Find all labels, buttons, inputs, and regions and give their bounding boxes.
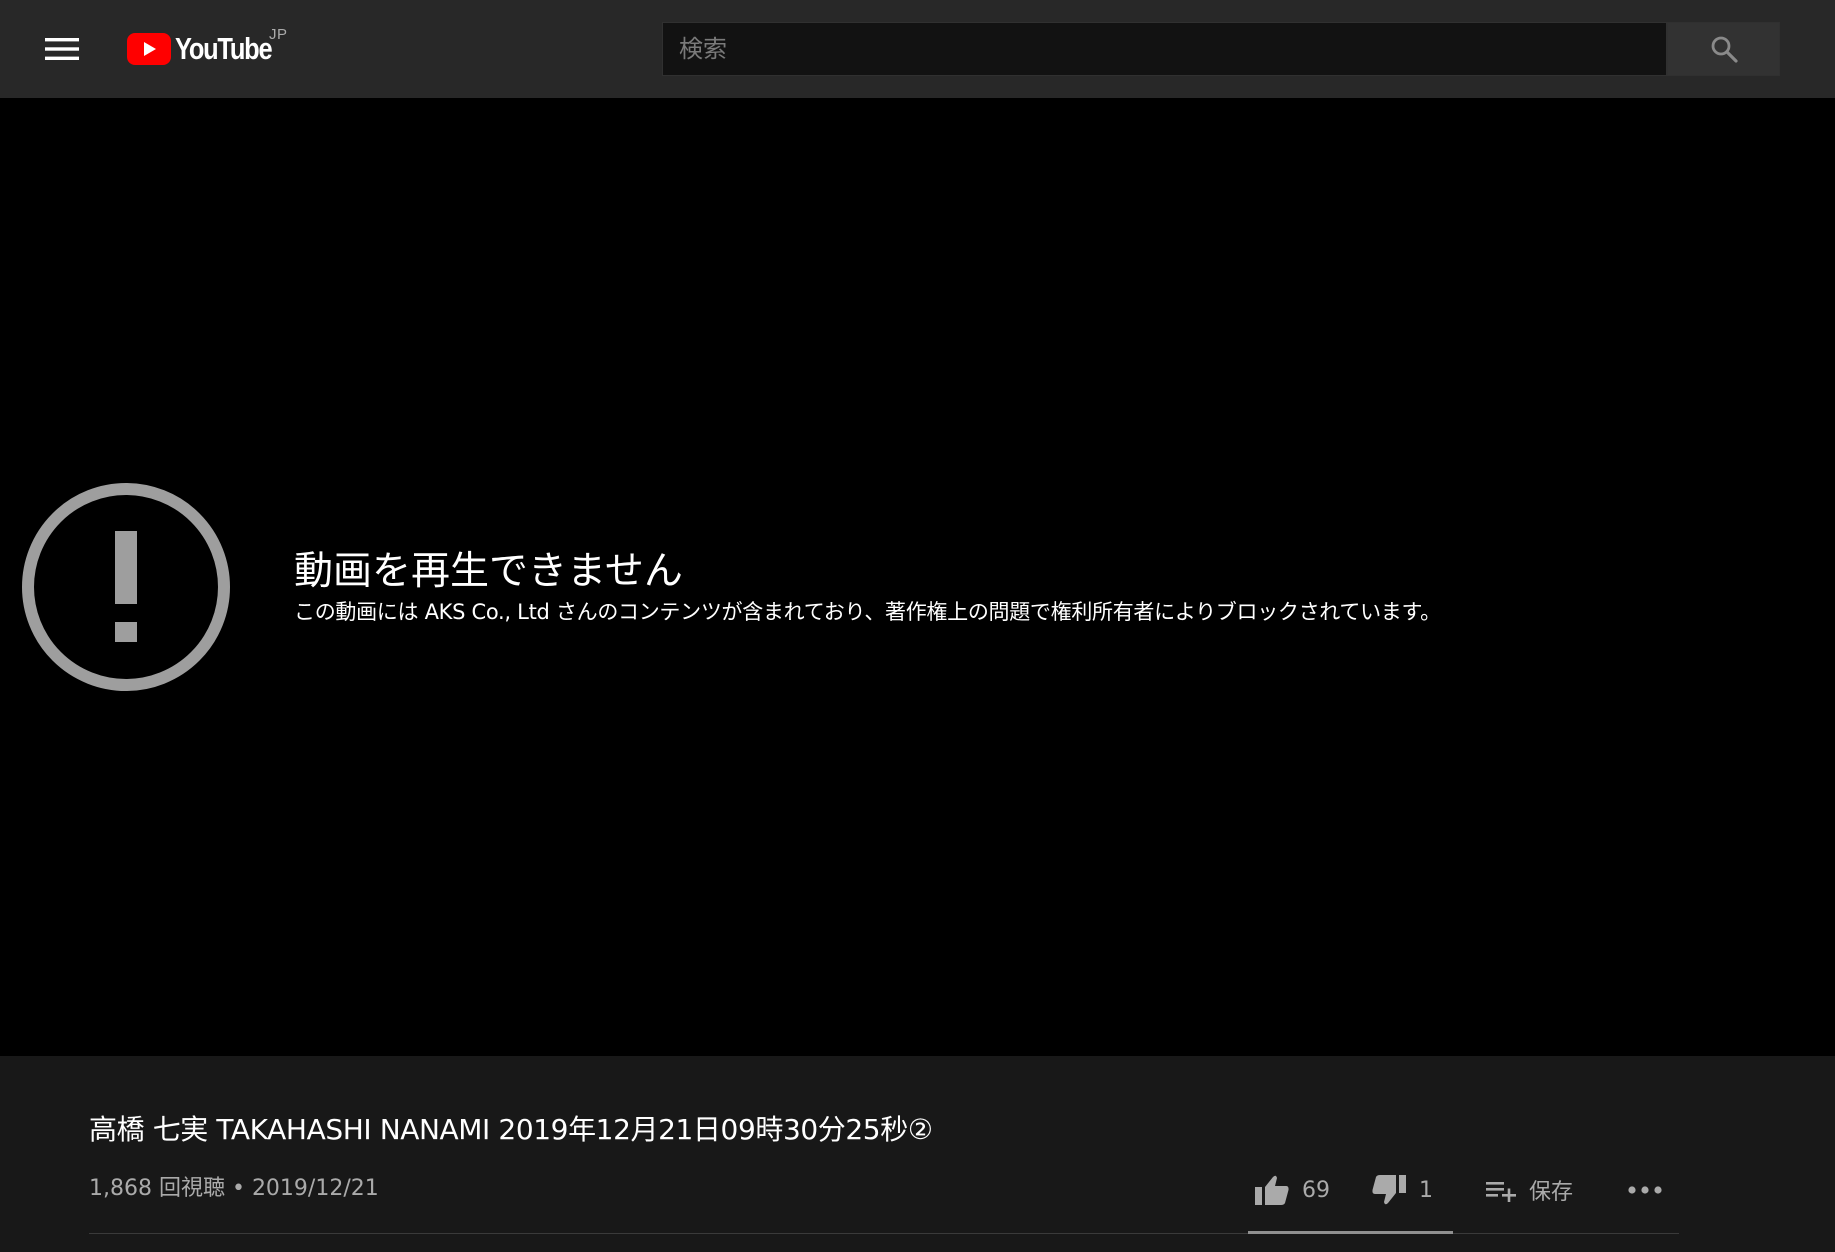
search-button[interactable] — [1667, 22, 1780, 76]
video-actions: 69 1 保存 — [1254, 1166, 1665, 1214]
video-player[interactable]: 動画を再生できません この動画には AKS Co., Ltd さんのコンテンツが… — [0, 98, 1835, 1056]
video-view-count-date: 1,868 回視聴 • 2019/12/21 — [89, 1176, 379, 1201]
hamburger-menu-icon[interactable] — [40, 30, 84, 68]
like-ratio-fill — [1248, 1231, 1451, 1234]
playlist-add-icon — [1486, 1182, 1516, 1202]
more-horizontal-icon — [1628, 1186, 1662, 1194]
like-dislike-ratio-bar — [1248, 1231, 1453, 1234]
video-title: 高橋 七実 TAKAHASHI NANAMI 2019年12月21日09時30分… — [89, 1113, 933, 1146]
youtube-logo[interactable]: YouTube JP — [127, 26, 293, 70]
search-box — [662, 22, 1667, 76]
dislike-count: 1 — [1419, 1177, 1433, 1203]
thumbs-down-icon — [1372, 1175, 1406, 1205]
save-to-playlist-button[interactable]: 保存 — [1485, 1166, 1621, 1214]
like-count: 69 — [1302, 1177, 1330, 1203]
save-label: 保存 — [1529, 1180, 1574, 1205]
thumbs-up-icon — [1255, 1175, 1289, 1205]
dislike-button[interactable]: 1 — [1371, 1166, 1485, 1214]
more-actions-button[interactable] — [1625, 1166, 1665, 1214]
error-message: この動画には AKS Co., Ltd さんのコンテンツが含まれており、著作権上… — [294, 600, 1441, 624]
search-icon — [1711, 36, 1738, 63]
error-title: 動画を再生できません — [294, 549, 683, 594]
like-button[interactable]: 69 — [1254, 1166, 1371, 1214]
masthead: YouTube JP — [0, 0, 1835, 98]
logo-wordmark: YouTube — [175, 31, 273, 66]
youtube-play-icon — [127, 33, 171, 65]
search-input[interactable] — [663, 23, 1666, 75]
exclamation-circle-icon — [22, 483, 230, 691]
logo-region-label: JP — [269, 26, 288, 43]
